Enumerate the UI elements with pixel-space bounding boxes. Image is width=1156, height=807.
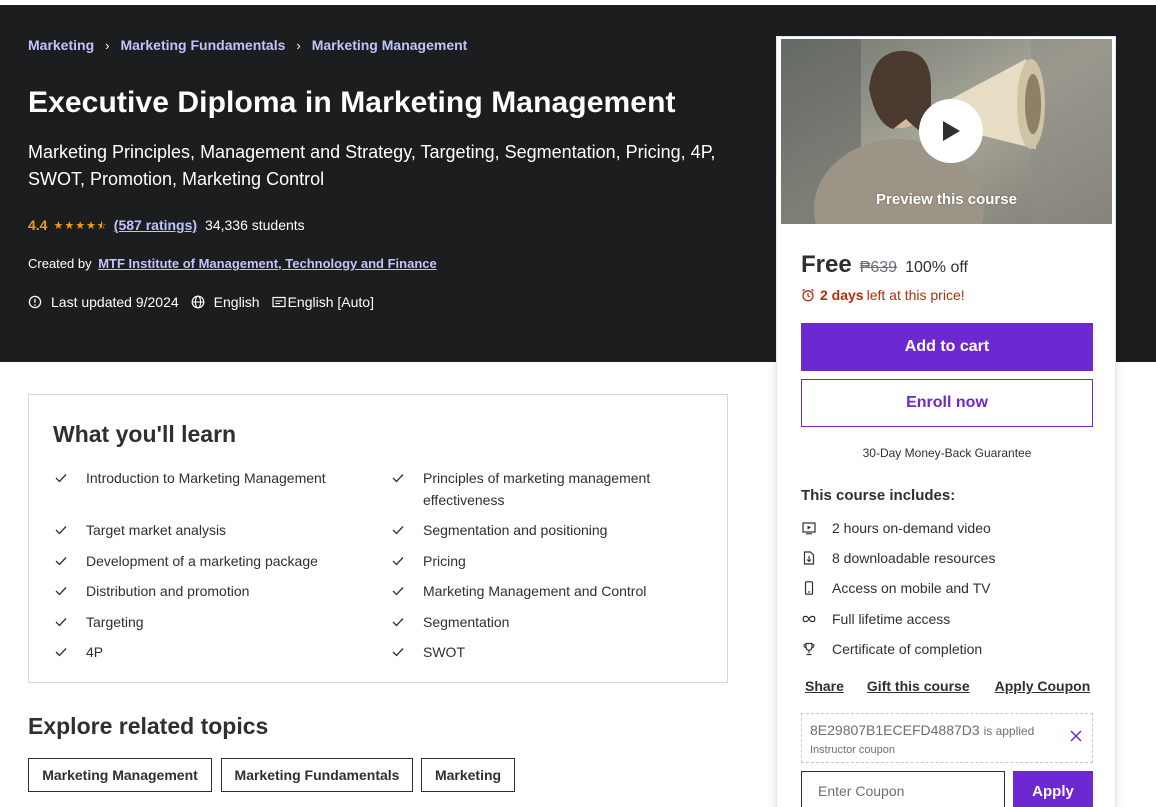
rating-number: 4.4 [28,217,48,233]
learn-item: Targeting [55,611,355,633]
learn-item: Development of a marketing package [55,550,355,572]
file-download-icon [801,550,817,566]
what-youll-learn-box: What you'll learn Introduction to Market… [28,394,728,683]
price-deadline: 2 days left at this price! [801,287,965,303]
learn-item: Pricing [392,550,692,572]
discount-percent: 100% off [905,259,968,276]
card-links: Share Gift this course Apply Coupon [805,678,1090,694]
topic-marketing[interactable]: Marketing [421,758,515,792]
purchase-card: Preview this course Free ₱639 100% off 2… [776,36,1116,807]
globe-icon [191,295,205,309]
topic-marketing-fundamentals[interactable]: Marketing Fundamentals [221,758,413,792]
money-back-guarantee: 30-Day Money-Back Guarantee [862,446,1032,460]
instructor-link[interactable]: MTF Institute of Management, Technology … [98,256,437,271]
infinity-icon [801,611,817,627]
include-certificate: Certificate of completion [801,641,982,657]
ratings-count-link[interactable]: (587 ratings) [114,217,197,233]
check-icon [55,467,69,489]
students-count: 34,336 students [205,217,305,233]
chevron-right-icon: › [105,37,110,53]
apply-coupon-button[interactable]: Apply [1013,771,1093,807]
learn-item: SWOT [392,641,692,663]
check-icon [55,519,69,541]
learn-item: 4P [55,641,355,663]
breadcrumb: Marketing › Marketing Fundamentals › Mar… [28,37,467,53]
gift-course-link[interactable]: Gift this course [867,678,970,694]
add-to-cart-button[interactable]: Add to cart [801,323,1093,371]
created-by-label: Created by [28,256,92,271]
deadline-days: 2 days [820,287,864,303]
breadcrumb-marketing-fundamentals[interactable]: Marketing Fundamentals [120,37,285,53]
coupon-code-row: 8E29807B1ECEFD4887D3 is applied [810,722,1034,738]
share-link[interactable]: Share [805,678,844,694]
include-lifetime: Full lifetime access [801,611,950,627]
topic-marketing-management[interactable]: Marketing Management [28,758,212,792]
current-price: Free [801,251,852,278]
chevron-right-icon: › [296,37,301,53]
course-subtitle: Marketing Principles, Management and Str… [28,142,716,189]
alarm-clock-icon [802,288,814,302]
breadcrumb-marketing-management[interactable]: Marketing Management [312,37,468,53]
learn-item: Segmentation [392,611,692,633]
applied-coupon: 8E29807B1ECEFD4887D3 is applied Instruct… [801,713,1093,763]
include-video: 2 hours on-demand video [801,520,991,536]
explore-related-topics-title: Explore related topics [28,713,269,739]
check-icon [392,519,406,541]
learn-item: Principles of marketing management effec… [392,467,692,511]
play-icon [943,121,960,141]
learn-item: Distribution and promotion [55,580,355,602]
coupon-type: Instructor coupon [810,744,895,756]
coupon-input[interactable] [801,771,1005,807]
course-meta: Last updated 9/2024 English English [Aut… [28,294,374,310]
learn-item: Segmentation and positioning [392,519,692,541]
check-icon [392,641,406,663]
preview-label: Preview this course [876,191,1017,208]
include-resources: 8 downloadable resources [801,550,995,566]
course-title: Executive Diploma in Marketing Managemen… [28,86,676,119]
check-icon [55,641,69,663]
coupon-applied-label: is applied [983,724,1035,738]
learn-item: Target market analysis [55,519,355,541]
includes-title: This course includes: [801,487,956,504]
learn-item: Introduction to Marketing Management [55,467,355,489]
coupon-code: 8E29807B1ECEFD4887D3 [810,722,980,738]
video-icon [801,520,817,536]
alert-clock-icon [28,295,42,309]
play-button[interactable] [919,99,983,163]
check-icon [55,550,69,572]
include-mobile: Access on mobile and TV [801,580,991,596]
captions-icon [271,295,286,309]
enroll-now-button[interactable]: Enroll now [801,379,1093,427]
mobile-icon [801,580,817,596]
price-row: Free ₱639 100% off [801,251,968,279]
check-icon [392,580,406,602]
created-by: Created by MTF Institute of Management, … [28,256,437,271]
last-updated: Last updated 9/2024 [51,294,179,310]
course-captions: English [Auto] [287,294,374,310]
rating-row: 4.4 ★★★★☆★ (587 ratings) 34,336 students [28,217,305,233]
star-rating-icon: ★★★★☆★ [53,219,108,232]
check-icon [55,580,69,602]
check-icon [392,467,406,511]
deadline-text: left at this price! [866,287,965,303]
course-preview-video[interactable]: Preview this course [781,39,1112,224]
learn-item: Marketing Management and Control [392,580,692,602]
original-price: ₱639 [859,259,898,276]
remove-coupon-close-icon[interactable] [1068,728,1084,744]
course-language: English [213,294,260,310]
check-icon [392,550,406,572]
check-icon [55,611,69,633]
check-icon [392,611,406,633]
trophy-icon [801,641,817,657]
apply-coupon-link[interactable]: Apply Coupon [995,678,1091,694]
breadcrumb-marketing[interactable]: Marketing [28,37,94,53]
learn-title: What you'll learn [53,421,237,447]
